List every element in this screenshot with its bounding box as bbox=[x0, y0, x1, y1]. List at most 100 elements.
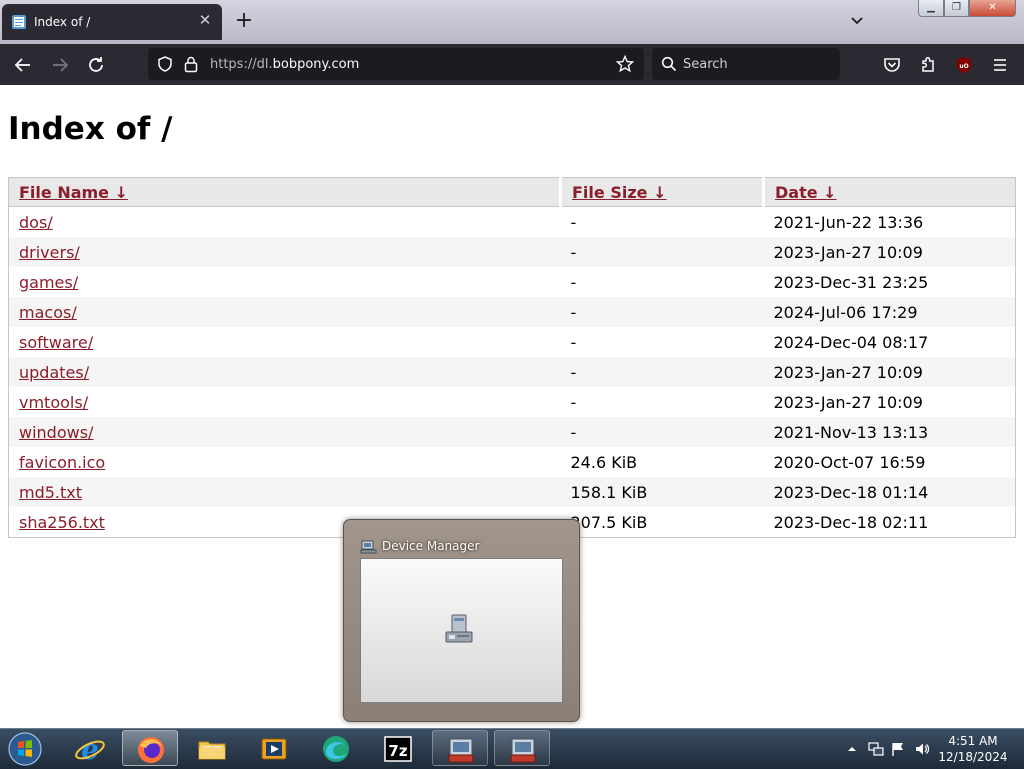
column-header-date: Date ↓ bbox=[763, 177, 1016, 207]
thumbnail-title: Device Manager bbox=[382, 539, 480, 553]
file-date-cell: 2023-Jan-27 10:09 bbox=[773, 392, 923, 412]
page-favicon-icon bbox=[12, 15, 26, 29]
file-date-cell: 2024-Jul-06 17:29 bbox=[763, 297, 1016, 327]
show-hidden-icons-chevron-icon[interactable] bbox=[844, 741, 860, 757]
svg-text:uO: uO bbox=[959, 63, 968, 70]
column-header-file-size: File Size ↓ bbox=[560, 177, 765, 207]
taskbar-7zip[interactable]: 7z bbox=[370, 730, 426, 766]
file-link[interactable]: windows/ bbox=[19, 423, 93, 442]
file-link[interactable]: sha256.txt bbox=[19, 513, 105, 532]
tab-close-icon[interactable]: ✕ bbox=[196, 11, 214, 29]
file-size-cell: 207.5 KiB bbox=[570, 512, 648, 532]
file-link[interactable]: vmtools/ bbox=[19, 393, 88, 412]
start-orb-icon[interactable] bbox=[6, 731, 44, 767]
minimize-button[interactable]: ▁ bbox=[918, 0, 944, 17]
bookmark-star-icon[interactable] bbox=[616, 55, 634, 73]
file-name-cell: dos/ bbox=[9, 207, 561, 238]
table-header-row: File Name ↓ File Size ↓ Date ↓ bbox=[8, 177, 1016, 207]
new-tab-button[interactable]: + bbox=[232, 9, 256, 33]
search-bar[interactable]: Search bbox=[652, 48, 840, 80]
file-name-cell: macos/ bbox=[8, 297, 561, 327]
file-size-cell: - bbox=[570, 332, 577, 352]
device-manager-large-icon bbox=[445, 614, 473, 643]
clock-time: 4:51 AM bbox=[948, 734, 998, 748]
device-manager-thumbnail-popup[interactable]: Device Manager bbox=[343, 519, 580, 722]
navigation-toolbar: https://dl.bobpony.com Search uO bbox=[0, 44, 1024, 85]
file-name-cell: drivers/ bbox=[8, 237, 561, 267]
svg-text:7z: 7z bbox=[388, 742, 407, 760]
file-date-cell: 2023-Dec-18 02:11 bbox=[773, 512, 929, 532]
lock-icon[interactable] bbox=[183, 55, 199, 73]
file-name-cell: games/ bbox=[9, 267, 561, 297]
file-date-cell: 2021-Nov-13 13:13 bbox=[763, 417, 1016, 447]
action-center-flag-icon[interactable] bbox=[890, 741, 906, 757]
close-window-button[interactable]: ✕ bbox=[969, 0, 1016, 17]
address-bar[interactable]: https://dl.bobpony.com bbox=[148, 48, 644, 80]
table-row: dos/ - 2021-Jun-22 13:36 bbox=[9, 207, 1016, 238]
system-tray: 4:51 AM 12/18/2024 bbox=[840, 729, 1024, 769]
window-thumbnail[interactable] bbox=[360, 558, 563, 703]
file-name-cell: favicon.ico bbox=[9, 447, 561, 477]
file-link[interactable]: favicon.ico bbox=[19, 453, 105, 472]
table-row: drivers/ - 2023-Jan-27 10:09 bbox=[8, 237, 1016, 267]
forward-arrow-icon[interactable] bbox=[47, 52, 73, 78]
file-link[interactable]: drivers/ bbox=[19, 243, 80, 262]
table-row: vmtools/ - 2023-Jan-27 10:09 bbox=[9, 387, 1016, 417]
table-row: software/ - 2024-Dec-04 08:17 bbox=[9, 327, 1016, 357]
network-icon[interactable] bbox=[868, 741, 884, 757]
page-title: Index of / bbox=[8, 111, 173, 147]
sort-by-name-link[interactable]: File Name ↓ bbox=[19, 183, 128, 202]
url-text[interactable]: https://dl.bobpony.com bbox=[210, 57, 359, 72]
file-link[interactable]: md5.txt bbox=[19, 483, 82, 502]
taskbar-edge[interactable] bbox=[308, 730, 364, 766]
hamburger-menu-icon[interactable] bbox=[987, 52, 1013, 78]
file-date-cell: 2023-Dec-18 01:14 bbox=[763, 477, 1016, 507]
maximize-button[interactable]: ❐ bbox=[944, 0, 969, 17]
pocket-icon[interactable] bbox=[879, 52, 905, 78]
search-icon bbox=[661, 56, 677, 72]
table-row: md5.txt 158.1 KiB 2023-Dec-18 01:14 bbox=[8, 477, 1016, 507]
taskbar-device-manager-2[interactable] bbox=[494, 730, 550, 766]
sort-by-date-link[interactable]: Date ↓ bbox=[775, 183, 837, 202]
tracking-protection-shield-icon[interactable] bbox=[156, 55, 174, 73]
file-size-cell: - bbox=[570, 212, 577, 232]
column-header-file-name: File Name ↓ bbox=[8, 177, 562, 207]
file-link[interactable]: updates/ bbox=[19, 363, 89, 382]
file-link[interactable]: software/ bbox=[19, 333, 93, 352]
clock-date: 12/18/2024 bbox=[938, 750, 1008, 764]
tab-strip: Index of / ✕ + ▁ ❐ ✕ bbox=[0, 0, 1024, 44]
taskbar-internet-explorer[interactable]: e bbox=[62, 730, 118, 766]
back-arrow-icon[interactable] bbox=[10, 52, 36, 78]
ublock-origin-icon[interactable]: uO bbox=[951, 52, 977, 78]
taskbar-clock[interactable]: 4:51 AM 12/18/2024 bbox=[936, 733, 1010, 765]
taskbar-device-manager-1[interactable] bbox=[432, 730, 488, 766]
internet-explorer-icon: e bbox=[75, 733, 105, 765]
list-all-tabs-icon[interactable] bbox=[846, 10, 868, 32]
file-date-cell: 2023-Jan-27 10:09 bbox=[763, 357, 1016, 387]
taskbar-firefox[interactable] bbox=[122, 730, 178, 766]
window-controls: ▁ ❐ ✕ bbox=[918, 0, 1020, 18]
taskbar-media-player[interactable] bbox=[246, 730, 302, 766]
table-row: windows/ - 2021-Nov-13 13:13 bbox=[8, 417, 1016, 447]
volume-speaker-icon[interactable] bbox=[914, 741, 930, 757]
reload-icon[interactable] bbox=[83, 52, 109, 78]
file-size-cell: - bbox=[560, 297, 764, 327]
file-date-cell: 2023-Dec-31 23:25 bbox=[773, 272, 929, 292]
url-scheme: https://dl. bbox=[210, 57, 273, 72]
taskbar: e 7z 4:51 AM 12/18/2024 bbox=[0, 728, 1024, 769]
file-link[interactable]: games/ bbox=[19, 273, 78, 292]
extensions-puzzle-icon[interactable] bbox=[915, 52, 941, 78]
sort-by-size-link[interactable]: File Size ↓ bbox=[572, 183, 666, 202]
taskbar-file-explorer[interactable] bbox=[184, 730, 240, 766]
file-name-cell: windows/ bbox=[8, 417, 561, 447]
edge-icon bbox=[323, 736, 349, 762]
file-link[interactable]: macos/ bbox=[19, 303, 77, 322]
file-name-cell: updates/ bbox=[8, 357, 561, 387]
file-size-cell: - bbox=[570, 392, 577, 412]
tab-index-of[interactable]: Index of / ✕ bbox=[2, 4, 222, 40]
file-size-cell: - bbox=[560, 417, 764, 447]
tab-title: Index of / bbox=[34, 15, 91, 29]
file-link[interactable]: dos/ bbox=[19, 213, 53, 232]
table-row: macos/ - 2024-Jul-06 17:29 bbox=[8, 297, 1016, 327]
file-size-cell: 24.6 KiB bbox=[570, 452, 638, 472]
